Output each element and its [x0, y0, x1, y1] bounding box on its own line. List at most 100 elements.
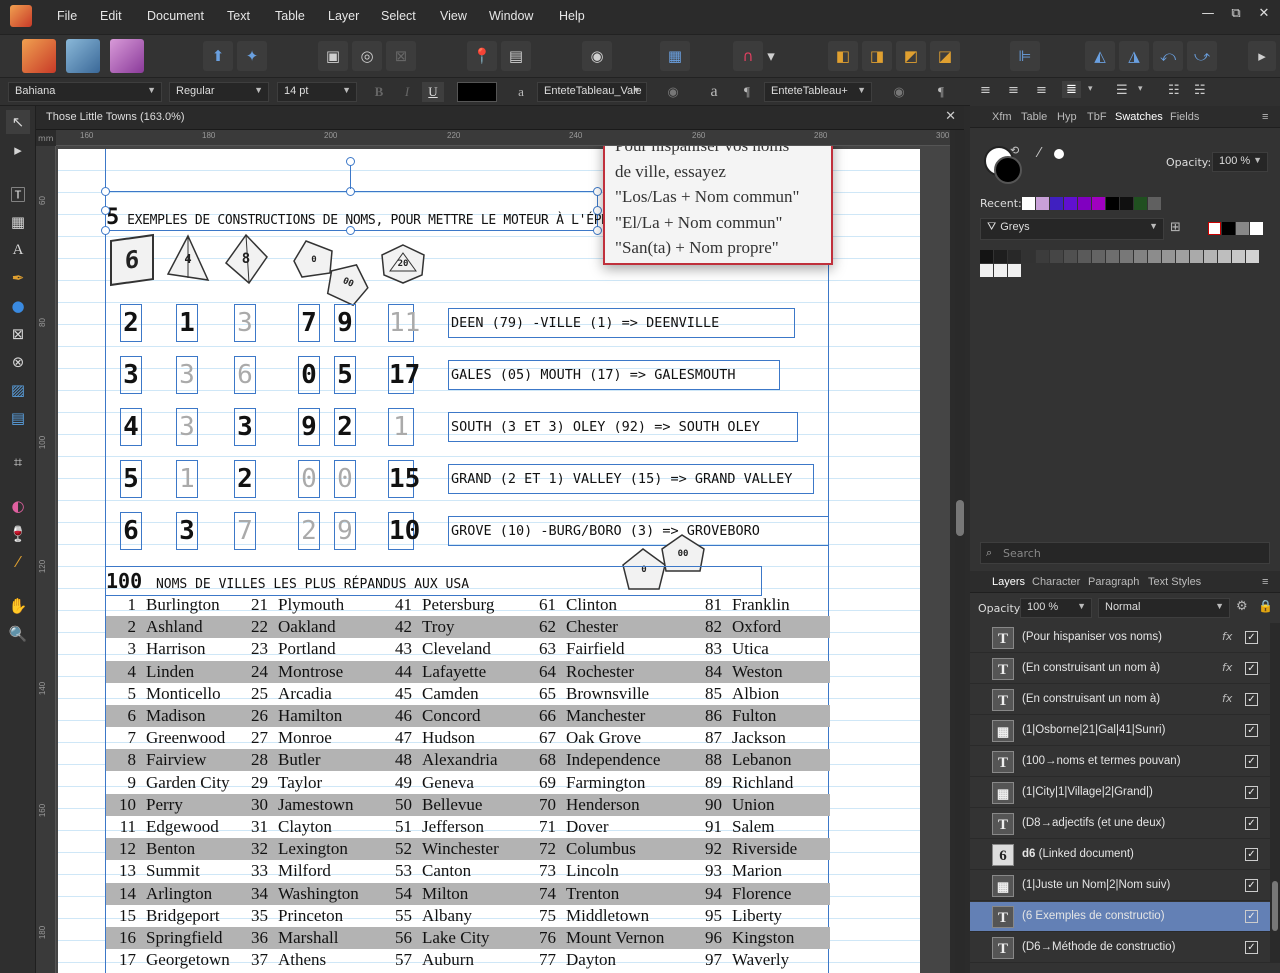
stroke-color-icon[interactable]	[994, 156, 1022, 184]
layer-visibility-checkbox[interactable]: ✓	[1245, 879, 1258, 892]
towns-heading[interactable]: 100 noms de villes les plus répandus aux…	[106, 569, 469, 593]
table-cell[interactable]: 86 Fulton	[692, 706, 776, 726]
grey-swatch[interactable]	[1218, 250, 1231, 263]
pen-tool-icon[interactable]: ✒	[6, 266, 30, 290]
eyedropper-tool-icon[interactable]: ⁄	[6, 550, 30, 574]
table-cell[interactable]: 57 Auburn	[382, 950, 474, 970]
grey-swatch[interactable]	[1050, 250, 1063, 263]
palette-options-icon[interactable]: ⊞	[1170, 220, 1181, 235]
layer-row[interactable]: 6 d6 (Linked document) ✓	[970, 840, 1270, 870]
layers-scrollbar[interactable]	[1270, 623, 1280, 963]
designer-persona-icon[interactable]	[110, 39, 144, 73]
document-page[interactable]: 5 exemples de constructions de noms, pou…	[58, 146, 920, 973]
paragraph-style-select[interactable]: EnteteTableau+ ▼	[764, 82, 872, 102]
table-cell[interactable]: 33 Milford	[238, 861, 331, 881]
layer-visibility-checkbox[interactable]: ✓	[1245, 786, 1258, 799]
layer-row[interactable]: T (En construisant un nom à) fx ✓	[970, 685, 1270, 715]
move-tool-icon[interactable]: ↖	[6, 110, 30, 134]
maximize-button[interactable]: ⧉	[1226, 6, 1246, 21]
table-cell[interactable]: 89 Richland	[692, 773, 793, 793]
photo-persona-icon[interactable]	[66, 39, 100, 73]
char-style-apply-button[interactable]: a	[703, 82, 725, 102]
blend-mode-select[interactable]: Normal ▼	[1098, 598, 1230, 618]
align-icon[interactable]: ⊫	[1010, 41, 1040, 71]
table-cell[interactable]: 53 Canton	[382, 861, 471, 881]
arrange-forward-icon[interactable]: ◩	[896, 41, 926, 71]
font-style-select[interactable]: Regular ▼	[169, 82, 269, 102]
align-options-icon[interactable]: ☰	[1116, 83, 1128, 98]
table-cell[interactable]: 52 Winchester	[382, 839, 499, 859]
fill-tool-icon[interactable]: 🍷	[6, 522, 30, 546]
layer-row[interactable]: T (En construisant un nom à) fx ✓	[970, 654, 1270, 684]
layers-scrollbar-thumb[interactable]	[1272, 881, 1278, 931]
hispanic-names-note[interactable]: Pour hispaniser vos noms de ville, essay…	[603, 146, 833, 265]
table-cell[interactable]: 75 Middletown	[526, 906, 649, 926]
table-cell[interactable]: 65 Brownsville	[526, 684, 649, 704]
table-cell[interactable]: 47 Hudson	[382, 728, 475, 748]
grey-swatch[interactable]	[1078, 250, 1091, 263]
layer-settings-gear-icon[interactable]: ⚙	[1236, 599, 1248, 614]
table-cell[interactable]: 51 Jefferson	[382, 817, 484, 837]
table-cell[interactable]: 27 Monroe	[238, 728, 332, 748]
search-field[interactable]: ⌕ Search	[980, 542, 1270, 564]
eyedropper-icon[interactable]: ⁄	[1038, 146, 1040, 161]
table-cell[interactable]: 11 Edgewood	[106, 817, 219, 837]
close-window-button[interactable]: ✕	[1254, 6, 1274, 21]
font-size-select[interactable]: 14 pt ▼	[277, 82, 357, 102]
layer-row[interactable]: ▦ (1|City|1|Village|2|Grand|) ✓	[970, 778, 1270, 808]
table-cell[interactable]: 66 Manchester	[526, 706, 645, 726]
grey-swatch[interactable]	[980, 250, 993, 263]
table-cell[interactable]: 67 Oak Grove	[526, 728, 641, 748]
recent-swatch[interactable]	[1148, 197, 1161, 210]
selection-handle[interactable]	[593, 206, 602, 215]
table-cell[interactable]: 69 Farmington	[526, 773, 645, 793]
menu-document[interactable]: Document	[147, 9, 204, 23]
layer-visibility-checkbox[interactable]: ✓	[1245, 755, 1258, 768]
vertical-scrollbar[interactable]	[955, 130, 965, 973]
tab-paragraph[interactable]: Paragraph	[1088, 576, 1139, 588]
align-center-icon[interactable]: ≡	[1008, 83, 1019, 98]
grey-swatch[interactable]	[1106, 250, 1119, 263]
align-right-icon[interactable]: ≡	[1036, 83, 1047, 98]
table-cell[interactable]: 3 Harrison	[106, 639, 206, 659]
table-cell[interactable]: 43 Cleveland	[382, 639, 491, 659]
layer-row[interactable]: T (D6→Méthode de constructio) ✓	[970, 933, 1270, 963]
arrange-backward-icon[interactable]: ◨	[862, 41, 892, 71]
chevron-down-icon[interactable]: ▾	[1088, 84, 1093, 94]
grey-swatch[interactable]	[1176, 250, 1189, 263]
black-swatch[interactable]	[1222, 222, 1235, 235]
color-picker-tool-icon[interactable]: ◐	[6, 494, 30, 518]
recent-swatch[interactable]	[1050, 197, 1063, 210]
table-cell[interactable]: 95 Liberty	[692, 906, 782, 926]
document-tab[interactable]: Those Little Towns (163.0%) ✕	[36, 106, 964, 130]
menu-layer[interactable]: Layer	[328, 9, 359, 23]
table-cell[interactable]: 14 Arlington	[106, 884, 212, 904]
table-cell[interactable]: 25 Arcadia	[238, 684, 332, 704]
recent-swatch[interactable]	[1106, 197, 1119, 210]
grey-swatch[interactable]	[1064, 250, 1077, 263]
table-cell[interactable]: 8 Fairview	[106, 750, 207, 770]
table-cell[interactable]: 54 Milton	[382, 884, 468, 904]
table-cell[interactable]: 32 Lexington	[238, 839, 348, 859]
text-color-swatch[interactable]	[457, 82, 497, 102]
publisher-persona-icon[interactable]	[22, 39, 56, 73]
layer-row[interactable]: ▦ (1|Osborne|21|Gal|41|Sunri) ✓	[970, 716, 1270, 746]
selection-handle[interactable]	[101, 206, 110, 215]
layer-visibility-checkbox[interactable]: ✓	[1245, 910, 1258, 923]
layer-row[interactable]: T (Pour hispaniser vos noms) fx ✓	[970, 623, 1270, 653]
layers-opacity-field[interactable]: 100 % ▼	[1020, 598, 1092, 618]
pin-icon[interactable]: 📍	[467, 41, 497, 71]
table-cell[interactable]: 44 Lafayette	[382, 662, 486, 682]
table-frame-tool-icon[interactable]: ▤	[6, 406, 30, 430]
layer-row[interactable]: T (6 Exemples de constructio) ✓	[970, 902, 1270, 932]
table-cell[interactable]: 85 Albion	[692, 684, 779, 704]
layer-visibility-checkbox[interactable]: ✓	[1245, 631, 1258, 644]
grey-swatch[interactable]	[1246, 250, 1259, 263]
crop-tool-icon[interactable]: ⌗	[6, 450, 30, 474]
grey-swatch[interactable]	[1134, 250, 1147, 263]
assistant-icon[interactable]: ✦	[237, 41, 267, 71]
table-cell[interactable]: 6 Madison	[106, 706, 206, 726]
menu-edit[interactable]: Edit	[100, 9, 122, 23]
table-cell[interactable]: 23 Portland	[238, 639, 336, 659]
close-document-icon[interactable]: ✕	[945, 109, 956, 124]
